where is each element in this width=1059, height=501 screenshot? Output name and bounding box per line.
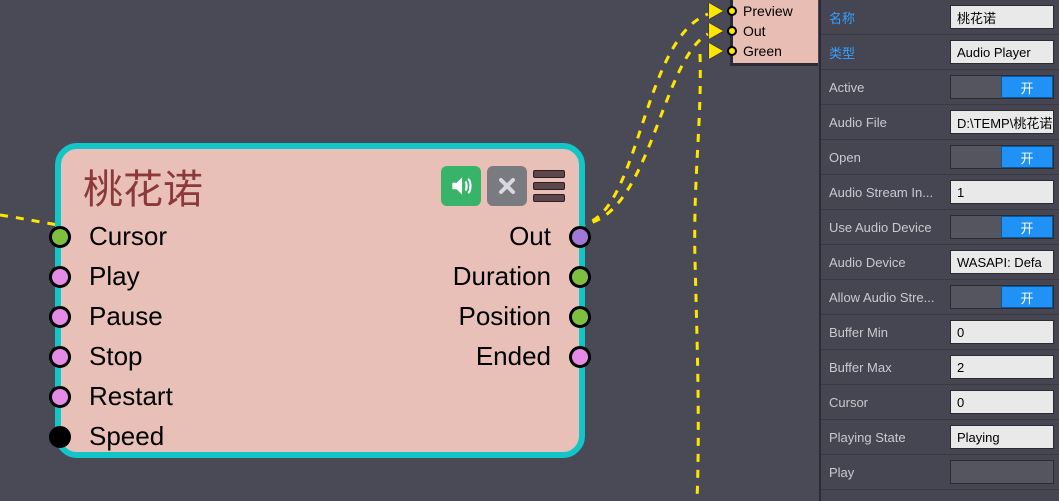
port-label: Out bbox=[509, 221, 551, 252]
property-row: Audio FileD:\TEMP\桃花诺 bbox=[821, 105, 1059, 140]
port-label: Duration bbox=[453, 261, 551, 292]
toggle-switch[interactable]: 开 bbox=[950, 145, 1054, 169]
property-value[interactable]: 0 bbox=[950, 320, 1054, 344]
output-port-out[interactable]: Out bbox=[61, 221, 579, 252]
property-label: Allow Audio Stre... bbox=[821, 290, 950, 305]
property-row: 名称桃花诺 bbox=[821, 0, 1059, 35]
port-label: Speed bbox=[89, 421, 164, 452]
port-pin[interactable] bbox=[49, 426, 71, 448]
property-value[interactable]: 2 bbox=[950, 355, 1054, 379]
port-label: Preview bbox=[743, 3, 793, 19]
property-value[interactable]: 桃花诺 bbox=[950, 5, 1054, 29]
property-row: Cursor0 bbox=[821, 385, 1059, 420]
property-row: Playing StatePlaying bbox=[821, 420, 1059, 455]
triangle-icon bbox=[709, 43, 723, 59]
property-row: Buffer Min0 bbox=[821, 315, 1059, 350]
port-pin[interactable] bbox=[727, 6, 737, 16]
port-pin[interactable] bbox=[569, 306, 591, 328]
port-label: Position bbox=[459, 301, 552, 332]
property-row: Audio DeviceWASAPI: Defa bbox=[821, 245, 1059, 280]
audio-player-node[interactable]: 桃花诺 bbox=[55, 143, 585, 458]
toggle-switch[interactable] bbox=[950, 460, 1054, 484]
property-row: 类型Audio Player bbox=[821, 35, 1059, 70]
port-label: Restart bbox=[89, 381, 173, 412]
property-row: Play bbox=[821, 455, 1059, 490]
property-label: Audio File bbox=[821, 115, 950, 130]
toggle-switch[interactable]: 开 bbox=[950, 285, 1054, 309]
property-value[interactable]: Playing bbox=[950, 425, 1054, 449]
property-label: Playing State bbox=[821, 430, 950, 445]
close-icon[interactable] bbox=[487, 166, 527, 206]
destination-node[interactable]: Preview Out Green bbox=[730, 0, 818, 66]
property-label: Use Audio Device bbox=[821, 220, 950, 235]
triangle-icon bbox=[709, 3, 723, 19]
property-value[interactable]: WASAPI: Defa bbox=[950, 250, 1054, 274]
property-label: Play bbox=[821, 465, 950, 480]
toggle-switch[interactable]: 开 bbox=[950, 75, 1054, 99]
property-value[interactable]: 1 bbox=[950, 180, 1054, 204]
property-label: Audio Device bbox=[821, 255, 950, 270]
input-port-restart[interactable]: Restart bbox=[61, 381, 579, 412]
dest-port-green[interactable]: Green bbox=[737, 43, 782, 59]
property-label: Cursor bbox=[821, 395, 950, 410]
dest-port-out[interactable]: Out bbox=[737, 23, 766, 39]
property-row: Active开 bbox=[821, 70, 1059, 105]
dest-port-preview[interactable]: Preview bbox=[737, 3, 793, 19]
property-label: Audio Stream In... bbox=[821, 185, 950, 200]
port-pin[interactable] bbox=[727, 46, 737, 56]
property-row: Allow Audio Stre...开 bbox=[821, 280, 1059, 315]
node-ports: Cursor Play Pause Stop Restart Speed Out… bbox=[61, 217, 579, 462]
property-value[interactable]: 0 bbox=[950, 390, 1054, 414]
properties-panel: 名称桃花诺类型Audio PlayerActive开Audio FileD:\T… bbox=[819, 0, 1059, 501]
port-pin[interactable] bbox=[569, 226, 591, 248]
property-row: Audio Stream In...1 bbox=[821, 175, 1059, 210]
property-row: Open开 bbox=[821, 140, 1059, 175]
property-label: Open bbox=[821, 150, 950, 165]
port-pin[interactable] bbox=[569, 266, 591, 288]
triangle-icon bbox=[709, 23, 723, 39]
input-port-speed[interactable]: Speed bbox=[61, 421, 579, 452]
port-label: Out bbox=[743, 23, 766, 39]
toggle-switch[interactable]: 开 bbox=[950, 215, 1054, 239]
property-value[interactable]: D:\TEMP\桃花诺 bbox=[950, 110, 1054, 134]
port-pin[interactable] bbox=[569, 346, 591, 368]
property-value[interactable]: Audio Player bbox=[950, 40, 1054, 64]
port-pin[interactable] bbox=[727, 26, 737, 36]
menu-icon[interactable] bbox=[533, 166, 565, 206]
property-label: 类型 bbox=[821, 43, 950, 62]
port-label: Ended bbox=[476, 341, 551, 372]
property-row: Buffer Max2 bbox=[821, 350, 1059, 385]
output-port-position[interactable]: Position bbox=[61, 301, 579, 332]
output-port-duration[interactable]: Duration bbox=[61, 261, 579, 292]
port-pin[interactable] bbox=[49, 386, 71, 408]
audio-icon[interactable] bbox=[441, 166, 481, 206]
node-title: 桃花诺 bbox=[83, 157, 441, 215]
port-label: Green bbox=[743, 43, 782, 59]
node-canvas[interactable]: Preview Out Green 桃花诺 bbox=[0, 0, 819, 501]
property-label: Active bbox=[821, 80, 950, 95]
property-label: Buffer Min bbox=[821, 325, 950, 340]
property-label: 名称 bbox=[821, 8, 950, 27]
property-row: Use Audio Device开 bbox=[821, 210, 1059, 245]
property-label: Buffer Max bbox=[821, 360, 950, 375]
output-port-ended[interactable]: Ended bbox=[61, 341, 579, 372]
